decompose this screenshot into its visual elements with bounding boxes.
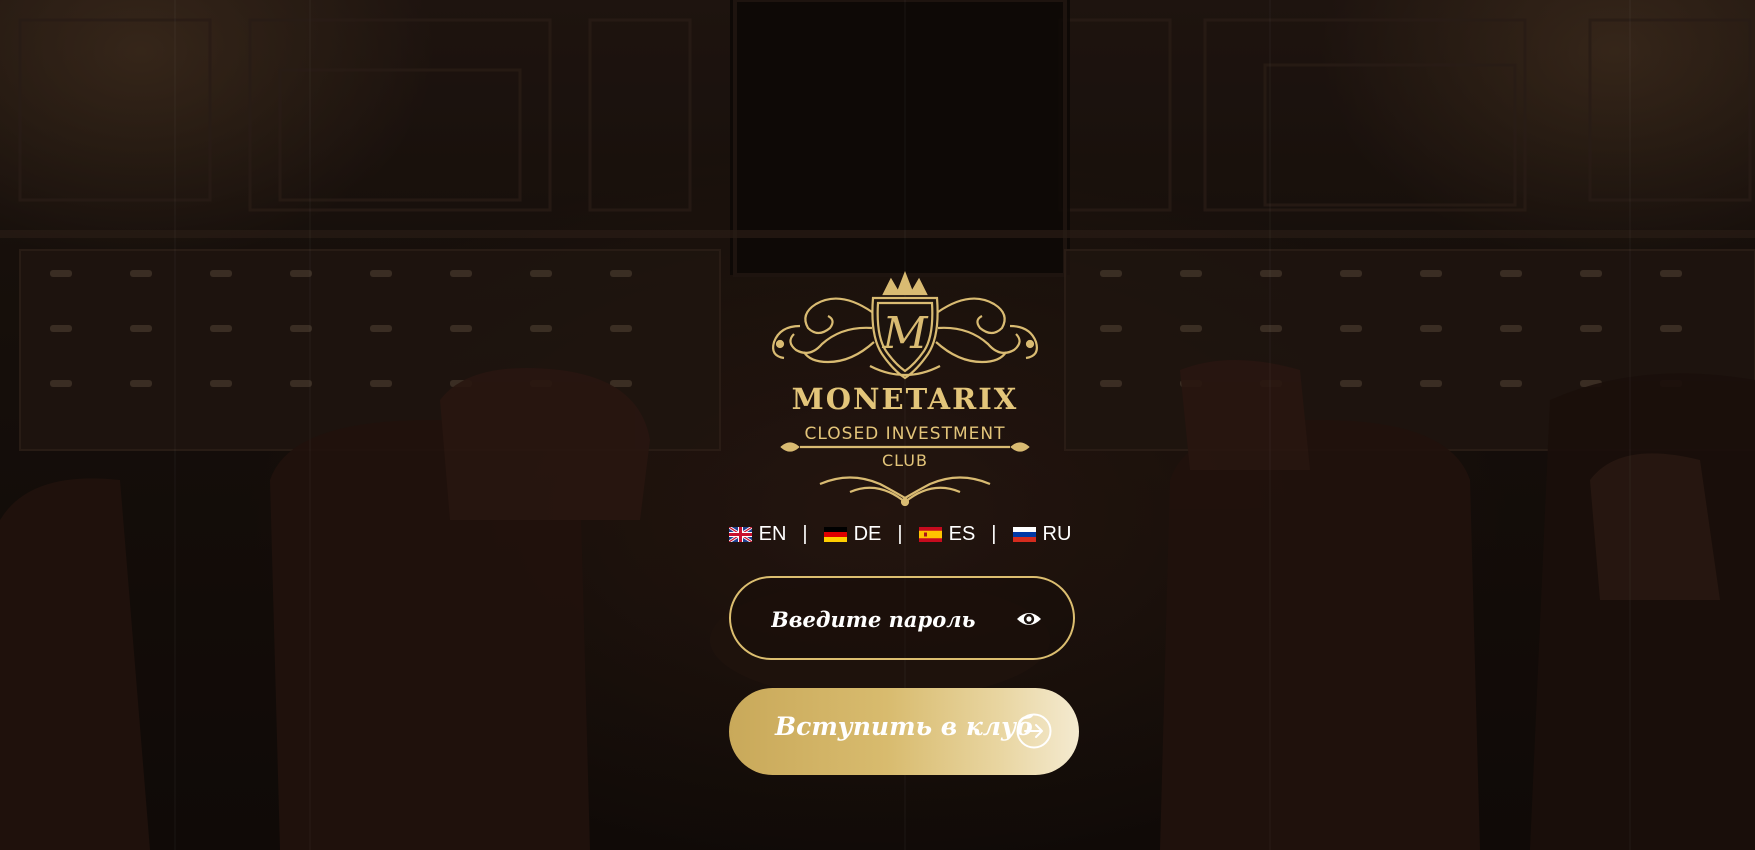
language-separator: | bbox=[802, 522, 808, 545]
language-label-es: ES bbox=[948, 522, 976, 545]
language-separator: | bbox=[897, 522, 903, 545]
language-switcher: EN | DE | ES | RU bbox=[728, 520, 1072, 548]
arrow-right-circle-icon bbox=[1016, 713, 1052, 749]
language-option-es[interactable]: ES bbox=[918, 522, 976, 546]
language-separator: | bbox=[991, 522, 997, 545]
login-panel: M MONETARIX CLOSED INVESTMENT CLUB EN | bbox=[0, 0, 1755, 850]
eye-icon[interactable] bbox=[1016, 608, 1042, 630]
language-option-en[interactable]: EN bbox=[728, 522, 787, 546]
russia-flag-icon bbox=[1012, 526, 1036, 542]
join-club-button-label: Вступить в клуб bbox=[775, 712, 1035, 741]
logo-monogram: M bbox=[881, 308, 928, 359]
login-screen: M MONETARIX CLOSED INVESTMENT CLUB EN | bbox=[0, 0, 1755, 850]
language-label-ru: RU bbox=[1042, 522, 1072, 545]
language-label-de: DE bbox=[853, 522, 882, 545]
join-club-button[interactable]: Вступить в клуб bbox=[729, 688, 1079, 775]
language-option-ru[interactable]: RU bbox=[1012, 522, 1072, 546]
password-field bbox=[729, 576, 1075, 660]
password-input[interactable] bbox=[769, 598, 1013, 640]
uk-flag-icon bbox=[728, 526, 752, 542]
spain-flag-icon bbox=[918, 526, 942, 542]
language-label-en: EN bbox=[758, 522, 787, 545]
brand-name: MONETARIX bbox=[791, 382, 1019, 416]
language-option-de[interactable]: DE bbox=[823, 522, 882, 546]
brand-tagline: CLOSED INVESTMENT bbox=[804, 424, 1006, 444]
brand-tagline-club: CLUB bbox=[882, 451, 928, 470]
germany-flag-icon bbox=[823, 526, 847, 542]
